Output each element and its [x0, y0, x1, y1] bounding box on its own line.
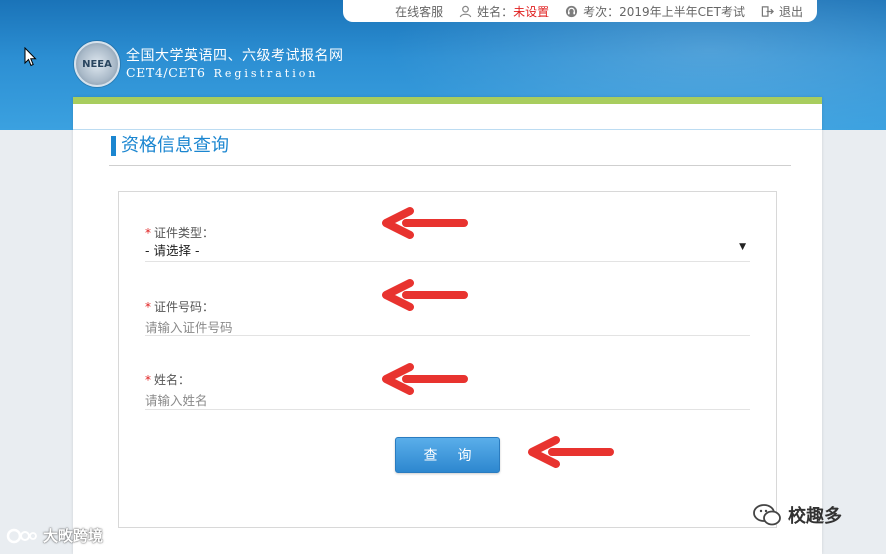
- id-type-select[interactable]: - 请选择 -: [145, 242, 750, 259]
- id-type-label-text: 证件类型：: [154, 226, 215, 240]
- neea-logo: NEEA: [74, 41, 120, 87]
- headset-icon: [566, 5, 578, 17]
- watermark-left-text: 大畋跨境: [43, 527, 104, 545]
- user-name-value: 未设置: [513, 4, 550, 19]
- page-title: 资格信息查询: [111, 136, 229, 156]
- wechat-icon: [753, 504, 781, 526]
- qualification-query-form: * 证件类型： - 请选择 - ▼ * 证件号码： 请输入证件号码 * 姓名： 请输入…: [118, 191, 777, 528]
- online-service-label[interactable]: 在线客服: [395, 3, 443, 20]
- watermark-logo-icon: [6, 528, 37, 543]
- required-mark: *: [145, 226, 151, 240]
- red-arrow-icon: [382, 363, 468, 395]
- brand-title-en: CET4/CET6 Registration: [126, 65, 344, 81]
- logout-link[interactable]: 退出: [761, 3, 803, 20]
- neea-logo-text: NEEA: [82, 58, 112, 70]
- red-arrow-icon: [382, 279, 468, 311]
- top-nav-bar: 在线客服 姓名： 未设置 考次： 2019年上半年CET考试 退出: [343, 0, 817, 22]
- red-arrow-icon: [528, 436, 614, 468]
- query-button[interactable]: 查询: [395, 437, 500, 473]
- red-arrow-icon: [382, 207, 468, 239]
- logout-label[interactable]: 退出: [779, 3, 803, 20]
- brand-registration-label: Registration: [213, 66, 319, 80]
- watermark-left: 大畋跨境: [6, 525, 103, 546]
- user-name-item: 姓名： 未设置: [459, 3, 549, 20]
- card-header-divider: [73, 129, 822, 130]
- main-card: 资格信息查询 * 证件类型： - 请选择 - ▼ * 证件号码： 请输入证件号码 *…: [73, 97, 822, 554]
- id-number-label-text: 证件号码：: [154, 300, 215, 314]
- user-icon: [459, 5, 472, 17]
- exam-session-item: 考次： 2019年上半年CET考试: [565, 3, 745, 20]
- watermark-right-text: 校趣多: [788, 506, 842, 527]
- mouse-pointer-icon: [24, 47, 37, 67]
- watermark-right: 校趣多: [752, 502, 842, 528]
- exam-session-label: 考次：: [583, 4, 620, 19]
- chevron-down-icon[interactable]: ▼: [739, 242, 746, 252]
- id-number-input[interactable]: 请输入证件号码: [145, 319, 750, 336]
- name-label-text: 姓名：: [154, 373, 191, 387]
- logout-icon[interactable]: [761, 5, 774, 18]
- required-mark: *: [145, 373, 151, 387]
- exam-session-value: 2019年上半年CET考试: [619, 4, 745, 19]
- brand-title-cn: 全国大学英语四、六级考试报名网: [126, 47, 344, 64]
- site-brand[interactable]: NEEA 全国大学英语四、六级考试报名网 CET4/CET6 Registrati…: [74, 41, 344, 87]
- title-divider: [109, 165, 791, 166]
- online-service-link[interactable]: 在线客服: [395, 3, 443, 20]
- brand-text: 全国大学英语四、六级考试报名网 CET4/CET6 Registration: [126, 48, 344, 81]
- required-mark: *: [145, 300, 151, 314]
- user-name-label: 姓名：: [477, 4, 514, 19]
- brand-cet-label: CET4/CET6: [126, 64, 206, 80]
